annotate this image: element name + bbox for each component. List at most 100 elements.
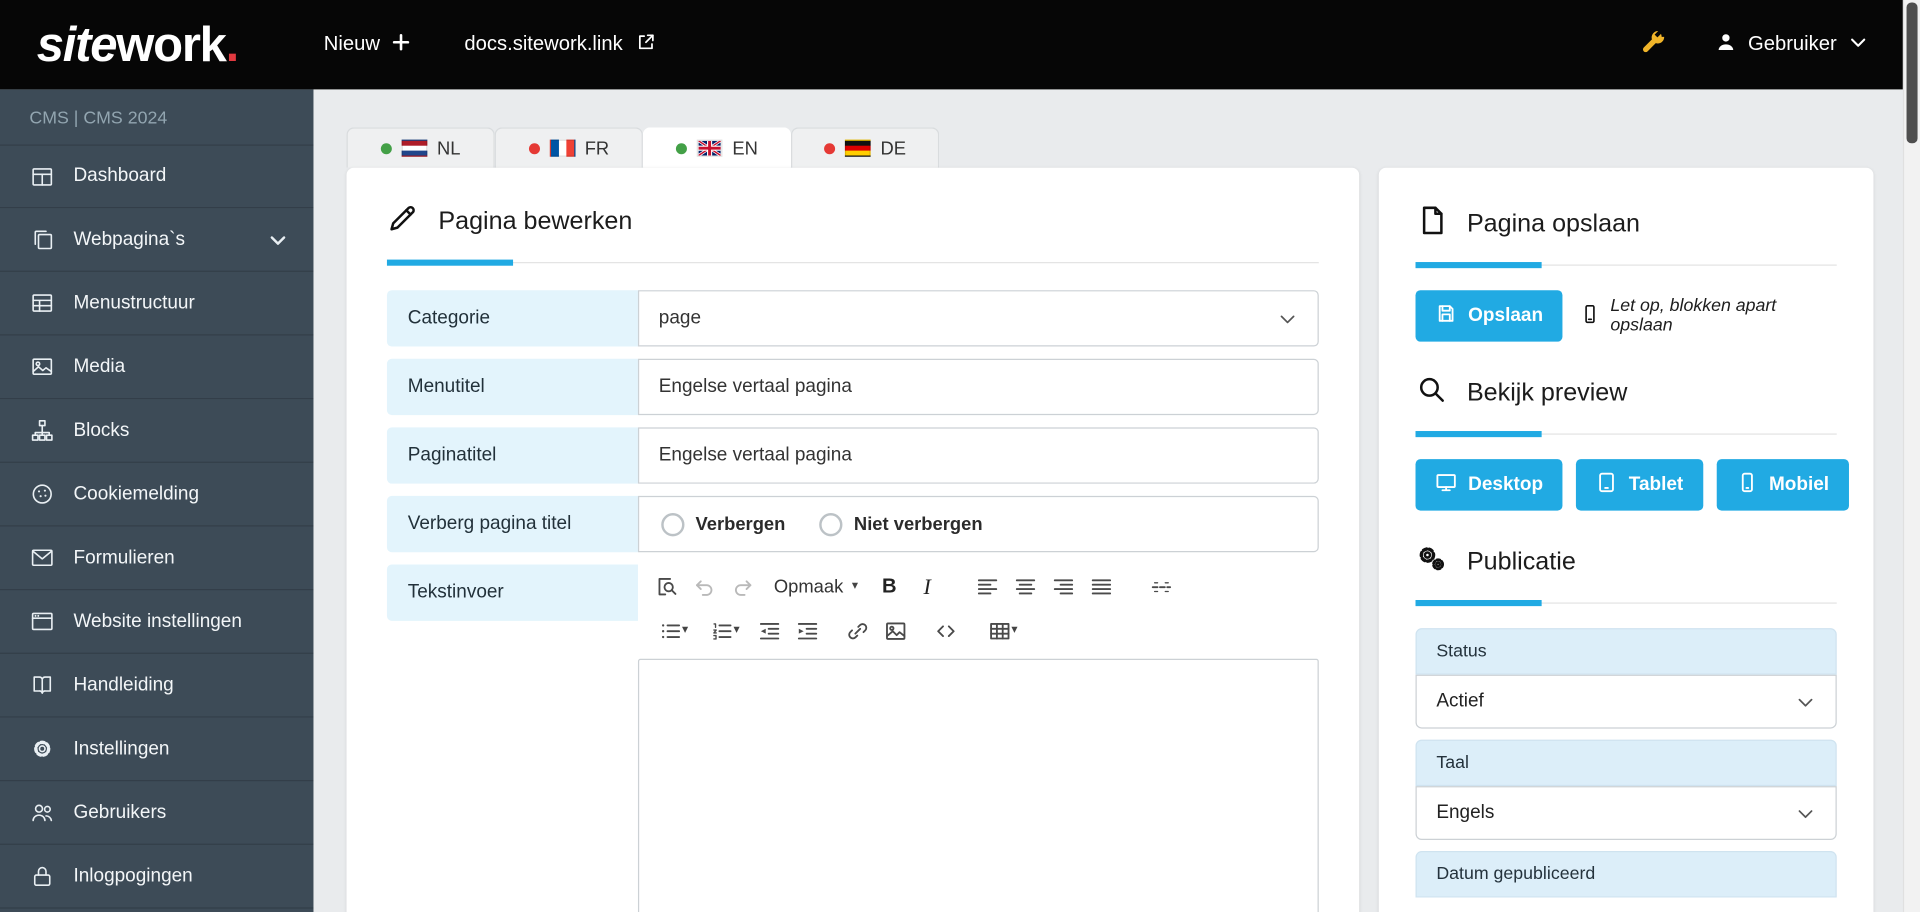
categorie-label: Categorie: [386, 290, 638, 347]
pages-icon: [29, 227, 55, 253]
indent-icon[interactable]: [789, 612, 827, 649]
flag-fr-icon: [549, 139, 575, 157]
search-icon: [1416, 373, 1448, 412]
new-button-label: Nieuw: [323, 33, 380, 56]
page-edit-card: Pagina bewerken Categorie page Menutitel: [346, 167, 1360, 912]
page-edit-title: Pagina bewerken: [387, 202, 1319, 241]
radio-verbergen[interactable]: Verbergen: [661, 512, 785, 536]
brand-logo[interactable]: sitework.: [36, 17, 240, 72]
flag-de-icon: [844, 139, 871, 157]
preview-mobile-button[interactable]: Mobiel: [1716, 459, 1849, 511]
outdent-icon[interactable]: [751, 612, 789, 649]
user-label: Gebruiker: [1748, 33, 1837, 56]
opmaak-label: Opmaak: [773, 576, 844, 597]
file-icon: [1416, 204, 1448, 243]
sidebar-item-label: Instellingen: [73, 737, 170, 759]
sidebar: CMS | CMS 2024 Dashboard Webpagina`s Men…: [0, 89, 314, 912]
lock-icon: [29, 863, 55, 889]
tab-nl[interactable]: NL: [346, 127, 495, 168]
new-button[interactable]: Nieuw: [324, 32, 411, 56]
bullet-list-icon[interactable]: ▾: [648, 612, 699, 649]
sidebar-item-gebruikers[interactable]: Gebruikers: [0, 781, 314, 845]
align-right-icon[interactable]: [1044, 568, 1082, 605]
domain-link[interactable]: docs.sitework.link: [464, 31, 655, 58]
radio-niet-verbergen[interactable]: Niet verbergen: [819, 512, 983, 536]
align-left-icon[interactable]: [968, 568, 1006, 605]
sidebar-item-cookiemelding[interactable]: Cookiemelding: [0, 463, 314, 527]
taal-group: Taal Engels: [1415, 739, 1837, 840]
save-button[interactable]: Opslaan: [1415, 290, 1563, 342]
sidebar-item-dashboard[interactable]: Dashboard: [0, 144, 314, 209]
status-dot-green: [380, 142, 392, 154]
radio-circle: [661, 512, 685, 536]
wrench-icon[interactable]: [1637, 29, 1668, 60]
chevron-down-icon: [267, 228, 289, 250]
tab-de[interactable]: DE: [791, 127, 940, 168]
horizontal-rule-icon[interactable]: [1142, 568, 1180, 605]
media-icon: [29, 354, 55, 380]
sidebar-item-media[interactable]: Media: [0, 336, 314, 400]
caret-down-icon: ▾: [733, 623, 740, 637]
taal-select[interactable]: Engels: [1415, 786, 1837, 840]
sidebar-item-handleiding[interactable]: Handleiding: [0, 654, 314, 718]
status-select[interactable]: Actief: [1415, 674, 1837, 729]
undo-icon[interactable]: [686, 568, 724, 605]
topbar: sitework. Nieuw docs.sitework.link Gebru…: [0, 0, 1920, 90]
scrollbar-thumb[interactable]: [1906, 2, 1918, 144]
tab-fr[interactable]: FR: [494, 127, 643, 168]
sidebar-item-blocks[interactable]: Blocks: [0, 399, 314, 463]
sidebar-item-label: Media: [73, 355, 126, 377]
caret-down-icon: ▾: [851, 579, 859, 593]
categorie-value: page: [658, 307, 702, 329]
status-group: Status Actief: [1415, 628, 1837, 729]
gears-icon: [1416, 542, 1448, 581]
align-justify-icon[interactable]: [1082, 568, 1120, 605]
editor-toolbar-row2: ▾ ▾ ▾: [638, 609, 1319, 653]
tekstinvoer-row: Tekstinvoer Opmaak ▾ B I ▾ ▾ ▾: [386, 564, 1319, 912]
sidebar-item-inlogpogingen[interactable]: Inlogpogingen: [0, 845, 314, 909]
tab-en[interactable]: EN: [642, 127, 792, 168]
tab-label: DE: [880, 137, 907, 159]
title-accent-rule: [1415, 600, 1837, 607]
sidebar-item-menustructuur[interactable]: Menustructuur: [0, 272, 314, 336]
preview-section-title: Bekijk preview: [1416, 373, 1837, 412]
app-window: sitework. Nieuw docs.sitework.link Gebru…: [0, 0, 1920, 912]
sidebar-item-formulieren[interactable]: Formulieren: [0, 527, 314, 591]
paginatitel-input[interactable]: [637, 427, 1319, 484]
page-actions-card: Pagina opslaan Opslaan Let op, blokken a…: [1378, 167, 1874, 912]
categorie-select[interactable]: page: [637, 290, 1319, 347]
menutitel-input[interactable]: [637, 358, 1319, 416]
page-title: Pagina bewerken: [438, 206, 633, 236]
code-icon[interactable]: [927, 612, 965, 649]
numbered-list-icon[interactable]: ▾: [699, 612, 750, 649]
table-icon[interactable]: ▾: [977, 612, 1028, 649]
preview-source-icon[interactable]: [648, 568, 686, 605]
blocks-icon: [29, 418, 55, 444]
taal-group-header: Taal: [1415, 739, 1837, 787]
opmaak-dropdown[interactable]: Opmaak ▾: [762, 568, 871, 605]
scrollbar[interactable]: [1902, 0, 1920, 912]
verberg-row: Verberg pagina titel Verbergen Niet verb…: [386, 495, 1319, 553]
status-dot-red: [824, 142, 836, 154]
user-menu[interactable]: Gebruiker: [1714, 30, 1869, 59]
preview-desktop-button[interactable]: Desktop: [1415, 459, 1563, 511]
menutitel-label: Menutitel: [386, 358, 638, 416]
cookie-icon: [29, 481, 55, 507]
link-icon[interactable]: [839, 612, 877, 649]
align-center-icon[interactable]: [1006, 568, 1044, 605]
topbar-nav: Nieuw docs.sitework.link: [324, 31, 656, 58]
sidebar-item-webpaginas[interactable]: Webpagina`s: [0, 208, 314, 272]
sidebar-item-instellingen[interactable]: Instellingen: [0, 718, 314, 782]
bold-button[interactable]: B: [870, 568, 908, 605]
brand-site: site: [36, 17, 118, 72]
tekstinvoer-editor[interactable]: [637, 658, 1319, 912]
tab-label: EN: [732, 137, 758, 159]
italic-button[interactable]: I: [908, 568, 946, 605]
external-link-icon: [635, 31, 656, 58]
sidebar-item-website-instellingen[interactable]: Website instellingen: [0, 590, 314, 654]
redo-icon[interactable]: [724, 568, 762, 605]
sidebar-item-label: Gebruikers: [73, 801, 167, 823]
menutitel-row: Menutitel: [386, 358, 1319, 416]
image-icon[interactable]: [877, 612, 915, 649]
preview-tablet-button[interactable]: Tablet: [1576, 459, 1703, 511]
